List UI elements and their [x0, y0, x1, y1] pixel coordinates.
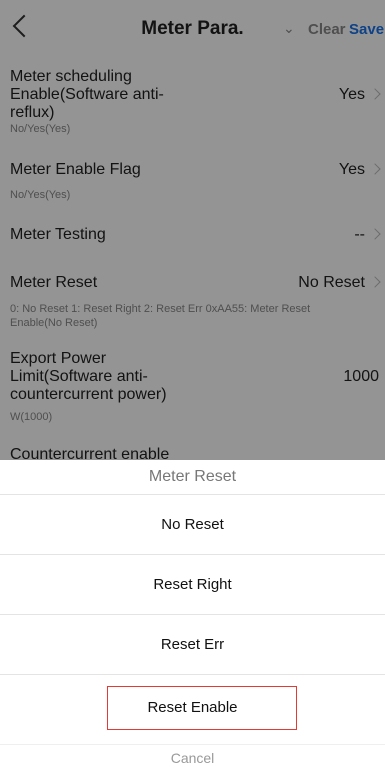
option-reset-err[interactable]: Reset Err	[0, 615, 385, 675]
action-sheet: Meter Reset No Reset Reset Right Reset E…	[0, 460, 385, 770]
option-reset-enable[interactable]: Reset Enable	[0, 675, 385, 741]
option-no-reset[interactable]: No Reset	[0, 495, 385, 555]
sheet-title: Meter Reset	[0, 460, 385, 495]
cancel-button[interactable]: Cancel	[0, 744, 385, 771]
option-reset-right[interactable]: Reset Right	[0, 555, 385, 615]
selection-highlight-box	[107, 686, 297, 730]
